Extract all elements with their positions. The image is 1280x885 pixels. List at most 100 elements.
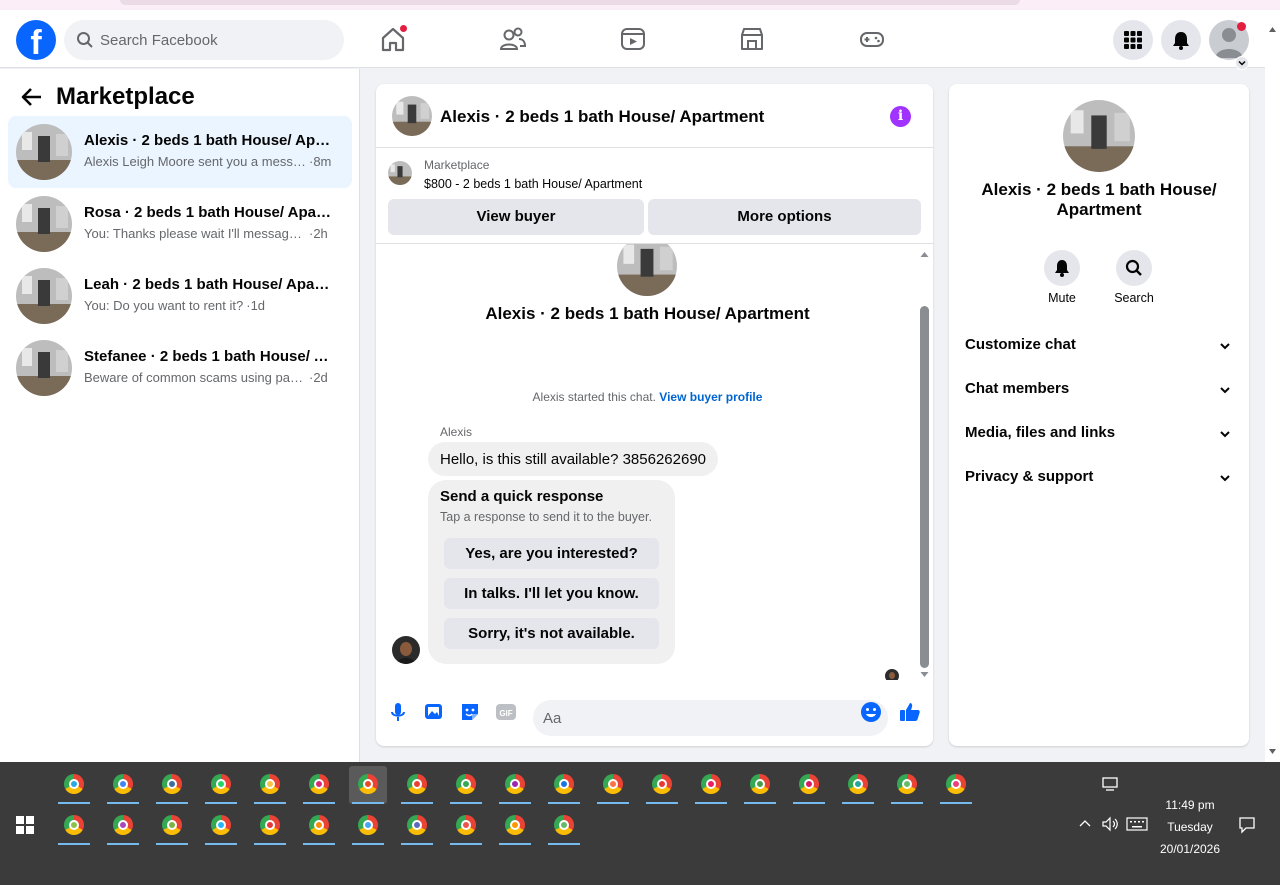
conversation-item[interactable]: Alexis · 2 beds 1 bath House/ Apartment … <box>8 116 352 188</box>
taskbar-app-icon[interactable] <box>202 807 240 845</box>
more-options-button[interactable]: More options <box>648 199 921 235</box>
taskbar-app-icon[interactable] <box>349 807 387 845</box>
scrollbar-thumb[interactable] <box>920 306 929 668</box>
taskbar-app-icon[interactable] <box>545 807 583 845</box>
thumbs-up-icon[interactable] <box>898 700 922 724</box>
taskbar-app-icon[interactable] <box>496 807 534 845</box>
taskbar-app-icon[interactable] <box>594 766 632 804</box>
conversation-item[interactable]: Leah · 2 beds 1 bath House/ Apartment Yo… <box>8 260 352 332</box>
chat-title[interactable]: Alexis · 2 beds 1 bath House/ Apartment <box>440 107 764 127</box>
volume-icon[interactable] <box>1101 816 1119 832</box>
emoji-icon[interactable] <box>859 700 883 724</box>
section-label: Privacy & support <box>965 468 1094 485</box>
taskbar-app-icon[interactable] <box>839 766 877 804</box>
app-icon <box>554 815 574 835</box>
taskbar-app-icon[interactable] <box>104 807 142 845</box>
taskbar-app-icon[interactable] <box>447 766 485 804</box>
taskbar-app-icon[interactable] <box>398 807 436 845</box>
mute-button[interactable]: Mute <box>1027 250 1097 305</box>
app-icon <box>848 774 868 794</box>
listing-thumbnail <box>16 340 72 396</box>
app-icon <box>113 774 133 794</box>
view-buyer-button[interactable]: View buyer <box>388 199 644 235</box>
message-input[interactable] <box>533 700 888 736</box>
taskbar-app-icon[interactable] <box>153 807 191 845</box>
taskbar-app-icon[interactable] <box>545 766 583 804</box>
listing-thumbnail[interactable] <box>1063 100 1135 172</box>
app-badge <box>804 779 814 789</box>
search-icon[interactable] <box>1116 250 1152 286</box>
notification-center-icon[interactable] <box>1238 816 1256 834</box>
taskbar-app-icon[interactable] <box>398 766 436 804</box>
running-indicator <box>646 802 678 804</box>
taskbar-app-icon[interactable] <box>447 807 485 845</box>
message-list: Alexis · 2 beds 1 bath House/ Apartment … <box>376 244 933 680</box>
chat-header: Alexis · 2 beds 1 bath House/ Apartment … <box>376 84 933 148</box>
taskbar-app-icon[interactable] <box>55 807 93 845</box>
taskbar-app-icon[interactable] <box>496 766 534 804</box>
back-arrow-icon[interactable] <box>20 85 44 109</box>
quick-response-button[interactable]: Sorry, it's not available. <box>444 618 659 649</box>
taskbar-app-icon[interactable] <box>937 766 975 804</box>
taskbar-app-icon[interactable] <box>349 766 387 804</box>
system-clock[interactable]: 11:49 pm Tuesday 20/01/2026 <box>1150 794 1230 860</box>
chat-scrollbar[interactable] <box>918 244 931 680</box>
keyboard-icon[interactable] <box>1126 817 1148 831</box>
taskbar-app-icon[interactable] <box>300 766 338 804</box>
taskbar-app-icon[interactable] <box>55 766 93 804</box>
gif-icon[interactable]: GIF <box>494 700 518 724</box>
running-indicator <box>205 802 237 804</box>
photo-icon[interactable] <box>422 700 446 724</box>
info-icon[interactable]: i <box>890 106 911 127</box>
notifications-icon[interactable] <box>1161 20 1201 60</box>
view-buyer-profile-link[interactable]: View buyer profile <box>659 390 762 404</box>
desktop-icon[interactable] <box>1102 776 1118 792</box>
video-icon[interactable] <box>618 24 648 54</box>
chevron-up-icon[interactable] <box>1079 818 1091 830</box>
bell-icon[interactable] <box>1044 250 1080 286</box>
taskbar-app-icon[interactable] <box>643 766 681 804</box>
media-files-links-section[interactable]: Media, files and links <box>957 414 1241 454</box>
quick-response-button[interactable]: In talks. I'll let you know. <box>444 578 659 609</box>
taskbar-app-icon[interactable] <box>202 766 240 804</box>
taskbar-app-icon[interactable] <box>300 807 338 845</box>
app-icon <box>701 774 721 794</box>
menu-grid-icon[interactable] <box>1113 20 1153 60</box>
microphone-icon[interactable] <box>386 700 410 724</box>
taskbar-app-icon[interactable] <box>251 766 289 804</box>
taskbar-app-icon[interactable] <box>251 807 289 845</box>
facebook-logo[interactable]: f <box>16 20 56 60</box>
running-indicator <box>940 802 972 804</box>
home-icon[interactable] <box>378 24 408 54</box>
conversation-item[interactable]: Stefanee · 2 beds 1 bath House/ Apartmen… <box>8 332 352 404</box>
taskbar-app-icon[interactable] <box>153 766 191 804</box>
customize-chat-section[interactable]: Customize chat <box>957 326 1241 366</box>
listing-thumbnail[interactable] <box>388 161 412 185</box>
section-label: Chat members <box>965 380 1070 397</box>
taskbar-app-icon[interactable] <box>790 766 828 804</box>
marketplace-icon[interactable] <box>737 24 767 54</box>
search-in-chat-button[interactable]: Search <box>1099 250 1169 305</box>
quick-response-button[interactable]: Yes, are you interested? <box>444 538 659 569</box>
taskbar-app-icon[interactable] <box>104 766 142 804</box>
taskbar-app-icon[interactable] <box>692 766 730 804</box>
buyer-avatar[interactable] <box>392 636 420 664</box>
sticker-icon[interactable] <box>458 700 482 724</box>
page-scrollbar[interactable] <box>1265 10 1280 762</box>
chat-members-section[interactable]: Chat members <box>957 370 1241 410</box>
gaming-icon[interactable] <box>857 24 887 54</box>
app-badge <box>902 779 912 789</box>
friends-icon[interactable] <box>498 24 528 54</box>
listing-price-title[interactable]: $800 - 2 beds 1 bath House/ Apartment <box>424 177 642 191</box>
chevron-down-icon[interactable] <box>1235 56 1249 70</box>
privacy-support-section[interactable]: Privacy & support <box>957 458 1241 498</box>
conversation-preview: Beware of common scams using payment app… <box>84 370 344 385</box>
windows-start-icon[interactable] <box>16 816 34 834</box>
search-bar[interactable] <box>64 20 344 60</box>
search-input[interactable] <box>100 20 330 60</box>
message-bubble[interactable]: Hello, is this still available? 38562626… <box>428 442 719 476</box>
taskbar-app-icon[interactable] <box>888 766 926 804</box>
conversation-item[interactable]: Rosa · 2 beds 1 bath House/ Apartment Yo… <box>8 188 352 260</box>
taskbar-app-icon[interactable] <box>741 766 779 804</box>
listing-thumbnail[interactable] <box>392 96 432 136</box>
